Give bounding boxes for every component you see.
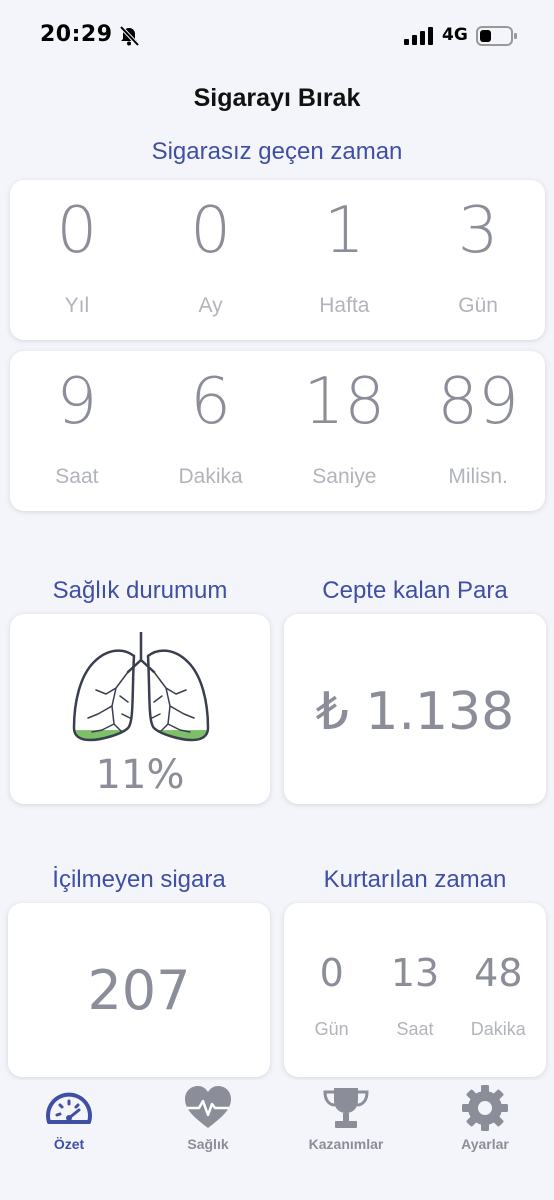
health-title: Sağlık durumum — [52, 577, 228, 604]
network-type: 4G — [442, 25, 468, 45]
smoke-free-title: Sigarasız geçen zaman — [151, 138, 403, 165]
trophy-icon — [323, 1088, 369, 1128]
seconds-value: 18 — [303, 365, 386, 439]
saved-minutes-label: Dakika — [470, 1019, 526, 1039]
weeks-value: 1 — [324, 194, 365, 268]
tab-settings[interactable]: Ayarlar — [416, 1084, 554, 1164]
years-value: 0 — [56, 194, 98, 268]
cigarettes-card[interactable]: 207 — [8, 903, 270, 1077]
hours-cell: 9 Saat — [10, 351, 144, 511]
years-cell: 0 Yıl — [10, 180, 144, 340]
tab-health[interactable]: Sağlık — [139, 1084, 277, 1164]
lungs-icon — [72, 632, 210, 742]
battery-icon — [476, 26, 517, 46]
signal-icon — [404, 27, 433, 45]
hours-label: Saat — [55, 465, 99, 488]
milliseconds-cell: 89 Milisn. — [411, 351, 545, 511]
days-value: 3 — [457, 194, 499, 268]
saved-hours-label: Saat — [396, 1019, 434, 1039]
saved-hours-value: 13 — [390, 951, 440, 995]
status-time: 20:29 — [40, 22, 113, 47]
heart-pulse-icon — [185, 1086, 231, 1128]
app-title: Sigarayı Bırak — [193, 84, 361, 112]
bell-muted-icon — [119, 25, 140, 47]
status-bar: 20:29 4G — [0, 0, 554, 70]
tab-bar: Özet Sağlık Kazanımlar Ayarlar — [0, 1080, 554, 1200]
seconds-label: Saniye — [312, 465, 377, 488]
days-label: Gün — [458, 294, 498, 317]
weeks-cell: 1 Hafta — [278, 180, 412, 340]
months-label: Ay — [198, 294, 223, 317]
minutes-label: Dakika — [178, 465, 243, 488]
days-cell: 3 Gün — [411, 180, 545, 340]
minutes-cell: 6 Dakika — [144, 351, 278, 511]
tab-achievements[interactable]: Kazanımlar — [277, 1084, 415, 1164]
health-card[interactable]: 11% — [10, 614, 270, 804]
tab-summary[interactable]: Özet — [0, 1084, 138, 1164]
tab-achievements-label: Kazanımlar — [308, 1136, 384, 1152]
smoke-free-card-top: 0 Yıl 0 Ay 1 Hafta 3 Gün — [10, 180, 545, 340]
money-title: Cepte kalan Para — [322, 577, 508, 604]
saved-minutes-value: 48 — [474, 951, 523, 995]
weeks-label: Hafta — [319, 294, 370, 317]
tab-health-label: Sağlık — [187, 1136, 229, 1152]
saved-time-title: Kurtarılan zaman — [323, 866, 507, 893]
health-percent: 11% — [95, 752, 185, 798]
saved-time-card[interactable]: 0 Gün 13 Saat 48 Dakika — [284, 903, 546, 1077]
seconds-cell: 18 Saniye — [278, 351, 412, 511]
cigarettes-title: İçilmeyen sigara — [52, 866, 226, 893]
cigarettes-value: 207 — [87, 959, 191, 1022]
saved-minutes-cell: 48 Dakika — [457, 903, 540, 1077]
tab-settings-label: Ayarlar — [461, 1136, 509, 1152]
months-cell: 0 Ay — [144, 180, 278, 340]
tab-summary-label: Özet — [53, 1136, 85, 1152]
speedometer-icon — [46, 1092, 92, 1124]
money-card[interactable]: ₺ 1.138 — [284, 614, 546, 804]
milliseconds-label: Milisn. — [448, 465, 508, 488]
saved-days-cell: 0 Gün — [290, 903, 373, 1077]
minutes-value: 6 — [190, 365, 231, 439]
smoke-free-card-bottom: 9 Saat 6 Dakika 18 Saniye 89 Milisn. — [10, 351, 545, 511]
gear-icon — [462, 1085, 508, 1131]
money-value: ₺ 1.138 — [315, 682, 515, 742]
saved-hours-cell: 13 Saat — [373, 903, 456, 1077]
milliseconds-value: 89 — [437, 365, 519, 439]
months-value: 0 — [190, 194, 231, 268]
saved-days-value: 0 — [319, 951, 344, 995]
years-label: Yıl — [64, 294, 90, 317]
saved-days-label: Gün — [314, 1019, 349, 1039]
hours-value: 9 — [56, 365, 98, 439]
